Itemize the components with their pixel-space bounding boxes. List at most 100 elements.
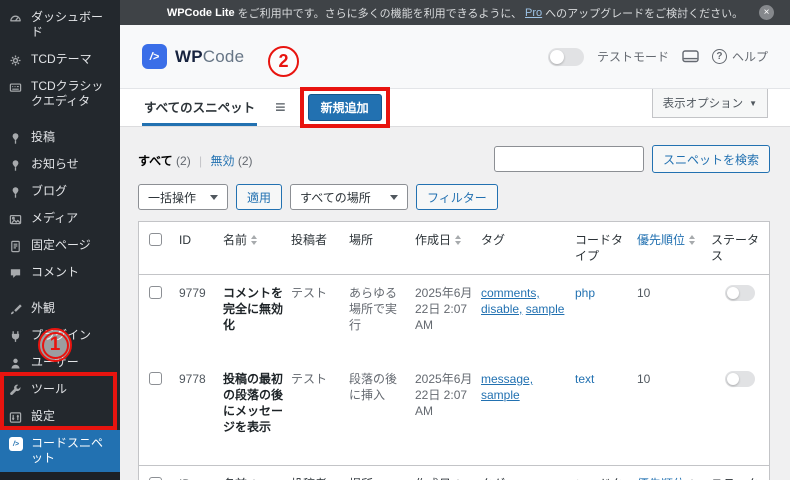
snippets-table: ID 名前 投稿者 場所 作成日 タグ コードタイプ 優先順位 ステータス 97… xyxy=(138,221,770,480)
tab-all-snippets[interactable]: すべてのスニペット xyxy=(142,89,258,126)
tag-link[interactable]: sample xyxy=(481,388,520,402)
code-type-link[interactable]: php xyxy=(575,275,637,311)
row-checkbox[interactable] xyxy=(149,372,162,385)
pro-upgrade-link[interactable]: Pro xyxy=(525,7,542,19)
sidebar-item-appearance[interactable]: 外観 xyxy=(0,295,120,322)
tag-link[interactable]: comments, xyxy=(481,286,540,300)
snippets-tabbar: すべてのスニペット ≡ 新規追加 表示オプション ▼ xyxy=(120,87,790,128)
status-toggle[interactable] xyxy=(725,285,755,301)
sidebar-item-label: ツール xyxy=(31,382,68,396)
menu-icon[interactable]: ≡ xyxy=(275,97,286,118)
code-snippets-submenu: コードスニペット + スニペットを追加 ヘッダーとフッター コンバージョンピクセ xyxy=(0,472,120,480)
tag-link[interactable]: disable, xyxy=(481,302,522,316)
admin-sidebar: ダッシュボード TCDテーマ TCDクラシックエディタ 投稿 お知らせ ブログ … xyxy=(0,0,120,480)
upgrade-notice-bar: WPCode Lite をご利用中です。さらに多くの機能を利用できるように、 P… xyxy=(120,0,790,25)
sidebar-item-label: 投稿 xyxy=(31,130,56,144)
col-priority[interactable]: 優先順位 xyxy=(637,222,711,258)
location-select[interactable]: すべての場所 xyxy=(290,184,409,210)
col-name[interactable]: 名前 xyxy=(223,466,291,480)
plugin-icon xyxy=(9,329,23,343)
cell-author: テスト xyxy=(291,372,328,386)
sidebar-item-label: ブログ xyxy=(31,184,68,198)
sidebar-item-label: 固定ページ xyxy=(31,238,91,252)
col-id: ID xyxy=(179,466,223,480)
search-input[interactable] xyxy=(493,146,644,172)
sidebar-item-pages[interactable]: 固定ページ xyxy=(0,232,120,259)
sidebar-item-media[interactable]: メディア xyxy=(0,205,120,232)
cell-date: 2025年6月22日 2:07 AM xyxy=(415,372,473,418)
sidebar-item-tools[interactable]: ツール xyxy=(0,376,120,403)
search-snippets-button[interactable]: スニペットを検索 xyxy=(651,145,770,173)
filter-inactive-link[interactable]: 無効 xyxy=(211,154,235,168)
sidebar-item-code-snippets[interactable]: /> コードスニペット xyxy=(0,430,120,472)
screen-options-button[interactable]: 表示オプション ▼ xyxy=(651,89,768,118)
location-label: すべての場所 xyxy=(300,190,371,205)
sort-icon xyxy=(455,235,462,245)
screen-options-label: 表示オプション xyxy=(662,98,744,110)
bulk-actions-select[interactable]: 一括操作 xyxy=(138,184,229,210)
help-label: ヘルプ xyxy=(731,50,768,64)
sidebar-item-posts[interactable]: 投稿 xyxy=(0,124,120,151)
cell-location: 段落の後に挿入 xyxy=(349,372,398,402)
cell-tags: message, sample xyxy=(481,361,575,413)
brand-code: Code xyxy=(202,46,245,66)
filter-button[interactable]: フィルター xyxy=(416,184,498,210)
col-priority[interactable]: 優先順位 xyxy=(637,466,711,480)
sidebar-item-label: コメント xyxy=(31,265,80,279)
cell-tags: comments, disable, sample xyxy=(481,275,575,327)
col-location: 場所 xyxy=(349,466,415,480)
sidebar-item-label: 設定 xyxy=(31,409,56,423)
status-toggle[interactable] xyxy=(725,371,755,387)
chevron-down-icon: ▼ xyxy=(749,98,757,108)
sidebar-item-plugins[interactable]: プラグイン xyxy=(0,322,120,349)
sidebar-item-label: TCDクラシックエディタ xyxy=(31,79,104,108)
col-author: 投稿者 xyxy=(291,466,349,480)
test-mode-label: テストモード xyxy=(596,50,669,64)
close-icon[interactable]: × xyxy=(759,5,774,20)
tag-link[interactable]: message, xyxy=(481,372,533,386)
snippet-name-link[interactable]: 投稿の最初の段落の後にメッセージを表示 xyxy=(223,361,291,445)
table-header-row: ID 名前 投稿者 場所 作成日 タグ コードタイプ 優先順位 ステータス xyxy=(139,222,769,275)
snippet-name-link[interactable]: コメントを完全に無効化 xyxy=(223,275,291,343)
row-checkbox[interactable] xyxy=(149,286,162,299)
sidebar-item-dashboard[interactable]: ダッシュボード xyxy=(0,4,120,46)
sidebar-item-comments[interactable]: コメント xyxy=(0,259,120,286)
wpcode-brand: WPCode xyxy=(175,47,244,67)
add-new-button[interactable]: 新規追加 xyxy=(307,94,382,121)
sidebar-item-tcd-theme[interactable]: TCDテーマ xyxy=(0,46,120,73)
wrench-icon xyxy=(9,383,23,397)
col-date[interactable]: 作成日 xyxy=(415,222,481,258)
col-code-type: コードタイプ xyxy=(575,233,624,263)
help-button[interactable]: ? ヘルプ xyxy=(711,48,768,65)
sidebar-item-blog[interactable]: ブログ xyxy=(0,178,120,205)
filter-all-link[interactable]: すべて xyxy=(138,154,173,168)
sidebar-item-news[interactable]: お知らせ xyxy=(0,151,120,178)
help-icon: ? xyxy=(711,49,727,64)
sidebar-item-users[interactable]: ユーザー xyxy=(0,349,120,376)
col-id: ID xyxy=(179,233,191,247)
sidebar-item-label: コードスニペット xyxy=(31,436,104,465)
submenu-item-code-snippets[interactable]: コードスニペット xyxy=(0,473,120,480)
monitor-icon[interactable] xyxy=(682,49,699,64)
tag-link[interactable]: sample xyxy=(526,302,565,316)
col-date[interactable]: 作成日 xyxy=(415,466,481,480)
settings-icon xyxy=(9,410,23,424)
snippets-content: すべて (2) | 無効 (2) スニペットを検索 一括操作 適用 すべての場所… xyxy=(120,127,790,480)
col-tags: タグ xyxy=(481,466,575,480)
test-mode-toggle[interactable] xyxy=(547,47,584,66)
sidebar-item-settings[interactable]: 設定 xyxy=(0,403,120,430)
header-controls: テストモード ? ヘルプ xyxy=(547,47,768,66)
col-name[interactable]: 名前 xyxy=(223,222,291,258)
dashboard-icon xyxy=(9,11,23,25)
col-tags: タグ xyxy=(481,233,506,247)
apply-button[interactable]: 適用 xyxy=(236,184,283,210)
col-code-type: コードタイプ xyxy=(575,466,637,480)
sidebar-item-label: メディア xyxy=(31,211,79,225)
sidebar-item-tcd-classic-editor[interactable]: TCDクラシックエディタ xyxy=(0,73,120,115)
gear-icon xyxy=(9,53,23,67)
wpcode-header: /> WPCode テストモード ? ヘルプ xyxy=(120,25,790,89)
cell-id: 9779 xyxy=(179,286,206,300)
sidebar-item-label: プラグイン xyxy=(31,328,92,342)
select-all-checkbox[interactable] xyxy=(149,233,162,246)
code-type-link[interactable]: text xyxy=(575,361,637,397)
